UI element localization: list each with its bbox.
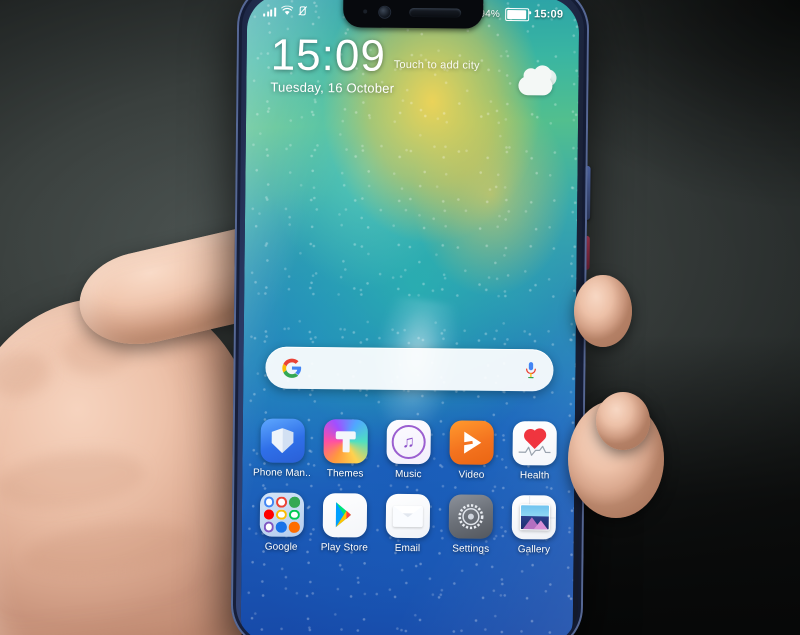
envelope-glyph <box>392 505 423 528</box>
screenshot-scene: 94% 15:09 15:09 Touch to add city Tuesda… <box>0 0 800 635</box>
app-row-1: Phone Man.. Themes ♫ Music Video Health <box>250 418 567 481</box>
app-grid: Phone Man.. Themes ♫ Music Video Health … <box>249 418 567 569</box>
knuckle <box>0 348 54 401</box>
app-phone-manager[interactable]: Phone Man.. <box>251 418 314 479</box>
photo-scene-glyph <box>521 505 550 530</box>
app-label: Video <box>458 469 485 481</box>
video-icon[interactable] <box>449 420 495 465</box>
front-camera-icon <box>379 6 391 18</box>
weather-widget[interactable] <box>518 69 558 99</box>
add-city-hint[interactable]: Touch to add city <box>394 59 480 79</box>
display-notch <box>343 0 484 29</box>
signal-bars-icon <box>263 7 276 17</box>
app-label: Google <box>264 541 298 553</box>
status-bar-right: 94% 15:09 <box>479 7 563 21</box>
health-icon[interactable] <box>512 421 558 466</box>
app-play-store[interactable]: Play Store <box>313 493 376 554</box>
app-settings[interactable]: Settings <box>440 494 503 555</box>
google-search-icon[interactable] <box>263 496 275 508</box>
sensor-dot-icon <box>363 9 368 14</box>
photo-glyph <box>520 504 551 531</box>
palm-crease <box>20 514 195 583</box>
gallery-icon[interactable] <box>512 495 557 540</box>
wifi-icon <box>280 4 293 18</box>
youtube-icon[interactable] <box>263 509 275 520</box>
phone-manager-icon[interactable] <box>260 418 305 463</box>
app-google-folder[interactable]: Google <box>250 492 313 553</box>
google-folder-icon[interactable] <box>259 492 304 537</box>
settings-gear-icon[interactable] <box>448 494 494 539</box>
app-label: Health <box>519 470 550 482</box>
app-label: Settings <box>452 543 490 555</box>
app-label: Gallery <box>517 544 551 556</box>
app-label: Play Store <box>320 542 368 554</box>
app-label: Music <box>394 468 422 481</box>
status-bar-left <box>263 4 307 18</box>
drive-icon[interactable] <box>276 509 287 521</box>
finger-right-upper <box>574 275 632 347</box>
photos-icon[interactable] <box>263 521 275 533</box>
finger-right-mid <box>596 392 650 450</box>
play-store-icon[interactable] <box>322 493 367 538</box>
app-gallery[interactable]: Gallery <box>503 495 566 556</box>
music-note-glyph: ♫ <box>401 432 415 452</box>
app-row-2: Google Play Store Email Settings Gallery <box>250 492 567 555</box>
brush-handle-glyph <box>342 438 350 453</box>
email-icon[interactable] <box>385 493 431 539</box>
cloud-icon <box>518 76 553 96</box>
duo-icon[interactable] <box>275 521 287 533</box>
shield-glyph <box>271 428 293 453</box>
app-label: Email <box>394 542 421 555</box>
battery-icon <box>504 7 530 21</box>
earpiece-speaker-icon <box>409 7 462 18</box>
google-g-icon <box>281 357 302 378</box>
clock-widget[interactable]: 15:09 Touch to add city Tuesday, 16 Octo… <box>270 30 565 99</box>
clock-time: 15:09 <box>270 30 387 81</box>
app-email[interactable]: Email <box>376 493 439 555</box>
app-label: Phone Man.. <box>252 467 311 479</box>
maps-icon[interactable] <box>288 496 300 508</box>
phone-body: 94% 15:09 15:09 Touch to add city Tuesda… <box>230 0 591 635</box>
ecg-line-glyph <box>518 445 551 456</box>
google-search-bar[interactable] <box>265 346 554 392</box>
app-music[interactable]: ♫ Music <box>377 419 440 481</box>
app-video[interactable]: Video <box>440 420 503 481</box>
music-icon[interactable]: ♫ <box>386 419 431 465</box>
palm-crease <box>0 443 149 516</box>
app-health[interactable]: Health <box>504 421 567 482</box>
gear-glyph <box>458 504 484 530</box>
gmail-icon[interactable] <box>276 496 288 508</box>
app-themes[interactable]: Themes <box>314 419 377 480</box>
vibrate-off-icon <box>297 5 307 18</box>
status-bar-clock: 15:09 <box>533 8 564 21</box>
play-icon[interactable] <box>288 509 300 521</box>
microphone-icon[interactable] <box>524 360 537 380</box>
mountain-glyph <box>534 520 549 530</box>
app-label: Themes <box>326 468 364 480</box>
themes-icon[interactable] <box>323 419 368 464</box>
play-music-icon[interactable] <box>288 522 300 533</box>
